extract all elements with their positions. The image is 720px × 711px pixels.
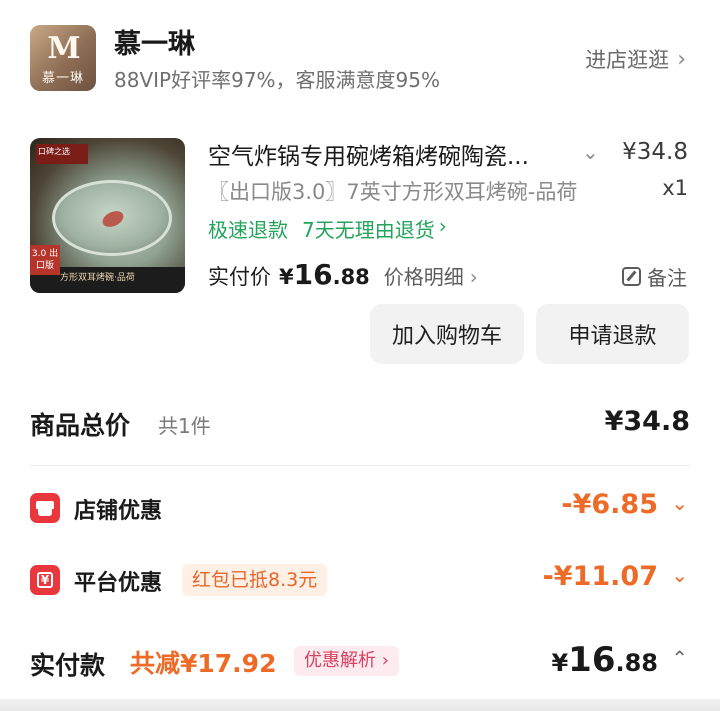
total-savings: 共减¥17.92	[130, 649, 277, 678]
shop-discount-value: -¥6.85	[561, 489, 658, 520]
product-quantity: x1	[662, 176, 688, 200]
edit-icon	[622, 267, 641, 286]
thumbnail-caption: 方形双耳烤碗·品荷	[60, 273, 135, 283]
total-price-value: ¥34.8	[604, 406, 690, 437]
red-packet-badge: 红包已抵8.3元	[182, 564, 328, 596]
chevron-down-icon: ⌄	[671, 491, 688, 515]
discount-analysis-button[interactable]: 优惠解析 ›	[294, 646, 399, 676]
platform-discount-row[interactable]: ¥ 平台优惠 红包已抵8.3元 -¥11.07 ⌄	[30, 561, 690, 601]
actual-payment-value: ¥ 16 .88	[551, 640, 658, 680]
chevron-right-icon: ›	[677, 46, 686, 72]
product-price: ¥34.8	[622, 139, 688, 165]
ticket-icon: ¥	[30, 565, 60, 595]
shop-discount-row[interactable]: 店铺优惠 -¥6.85 ⌄	[30, 489, 690, 529]
return-policy-tag: 7天无理由退货	[302, 218, 435, 242]
store-logo[interactable]: M 慕一琳	[30, 25, 96, 91]
thumbnail-tag: 口碑之选	[36, 144, 88, 164]
price-detail-link[interactable]: 价格明细 ›	[384, 261, 478, 290]
bottom-edge	[0, 699, 720, 711]
product-thumbnail[interactable]: 口碑之选 方形双耳烤碗·品荷 3.0 出口版	[30, 138, 185, 293]
platform-discount-label: 平台优惠	[74, 571, 163, 596]
shop-icon	[30, 493, 60, 523]
enter-store-label: 进店逛逛	[585, 48, 670, 72]
price-detail-label: 价格明细	[383, 265, 464, 289]
shop-discount-label: 店铺优惠	[74, 499, 163, 524]
chevron-right-icon: ›	[438, 214, 447, 238]
paid-price-integer: 16	[293, 258, 333, 291]
service-tags[interactable]: 极速退款 7天无理由退货 ›	[208, 214, 447, 243]
store-header: M 慕一琳 慕一琳 88VIP好评率97%，客服满意度95% 进店逛逛 ›	[0, 0, 720, 118]
payment-decimal: .88	[615, 649, 658, 677]
product-title[interactable]: 空气炸锅专用碗烤箱烤碗陶瓷...	[208, 137, 529, 171]
paid-price-label: 实付价	[208, 265, 271, 289]
product-spec: 〖出口版3.0〗7英寸方形双耳烤碗-品荷	[208, 180, 578, 204]
enter-store-link[interactable]: 进店逛逛 ›	[585, 44, 686, 74]
chevron-right-icon: ›	[469, 265, 478, 289]
add-to-cart-button[interactable]: 加入购物车	[370, 304, 524, 364]
divider	[30, 465, 690, 466]
store-name[interactable]: 慕一琳	[114, 22, 195, 61]
fast-refund-tag: 极速退款	[208, 218, 288, 242]
payment-integer: 16	[568, 640, 616, 680]
remark-button[interactable]: 备注	[622, 262, 687, 291]
actual-payment-row[interactable]: 实付款 共减¥17.92 优惠解析 › ¥ 16 .88 ⌃	[30, 640, 690, 690]
store-rating: 88VIP好评率97%，客服满意度95%	[114, 68, 440, 92]
paid-price-yen: ¥	[279, 265, 294, 289]
paid-price-decimal: .88	[332, 265, 370, 289]
total-price-row: 商品总价 共1件 ¥34.8	[30, 404, 690, 444]
logo-text: 慕一琳	[41, 71, 84, 86]
chevron-up-icon[interactable]: ⌃	[671, 646, 688, 670]
paid-price-row: 实付价 ¥ 16 .88 价格明细 ›	[208, 258, 478, 291]
logo-letter: M	[47, 31, 80, 66]
thumbnail-badge: 3.0 出口版	[30, 245, 60, 275]
payment-yen: ¥	[551, 649, 569, 677]
remark-label: 备注	[647, 266, 687, 290]
platform-discount-value: -¥11.07	[542, 561, 658, 592]
chevron-down-icon[interactable]: ⌄	[582, 140, 599, 164]
request-refund-button[interactable]: 申请退款	[536, 304, 689, 364]
chevron-down-icon: ⌄	[671, 563, 688, 587]
total-price-label: 商品总价	[30, 411, 131, 440]
total-item-count: 共1件	[158, 414, 211, 438]
actual-payment-label: 实付款	[30, 651, 106, 680]
